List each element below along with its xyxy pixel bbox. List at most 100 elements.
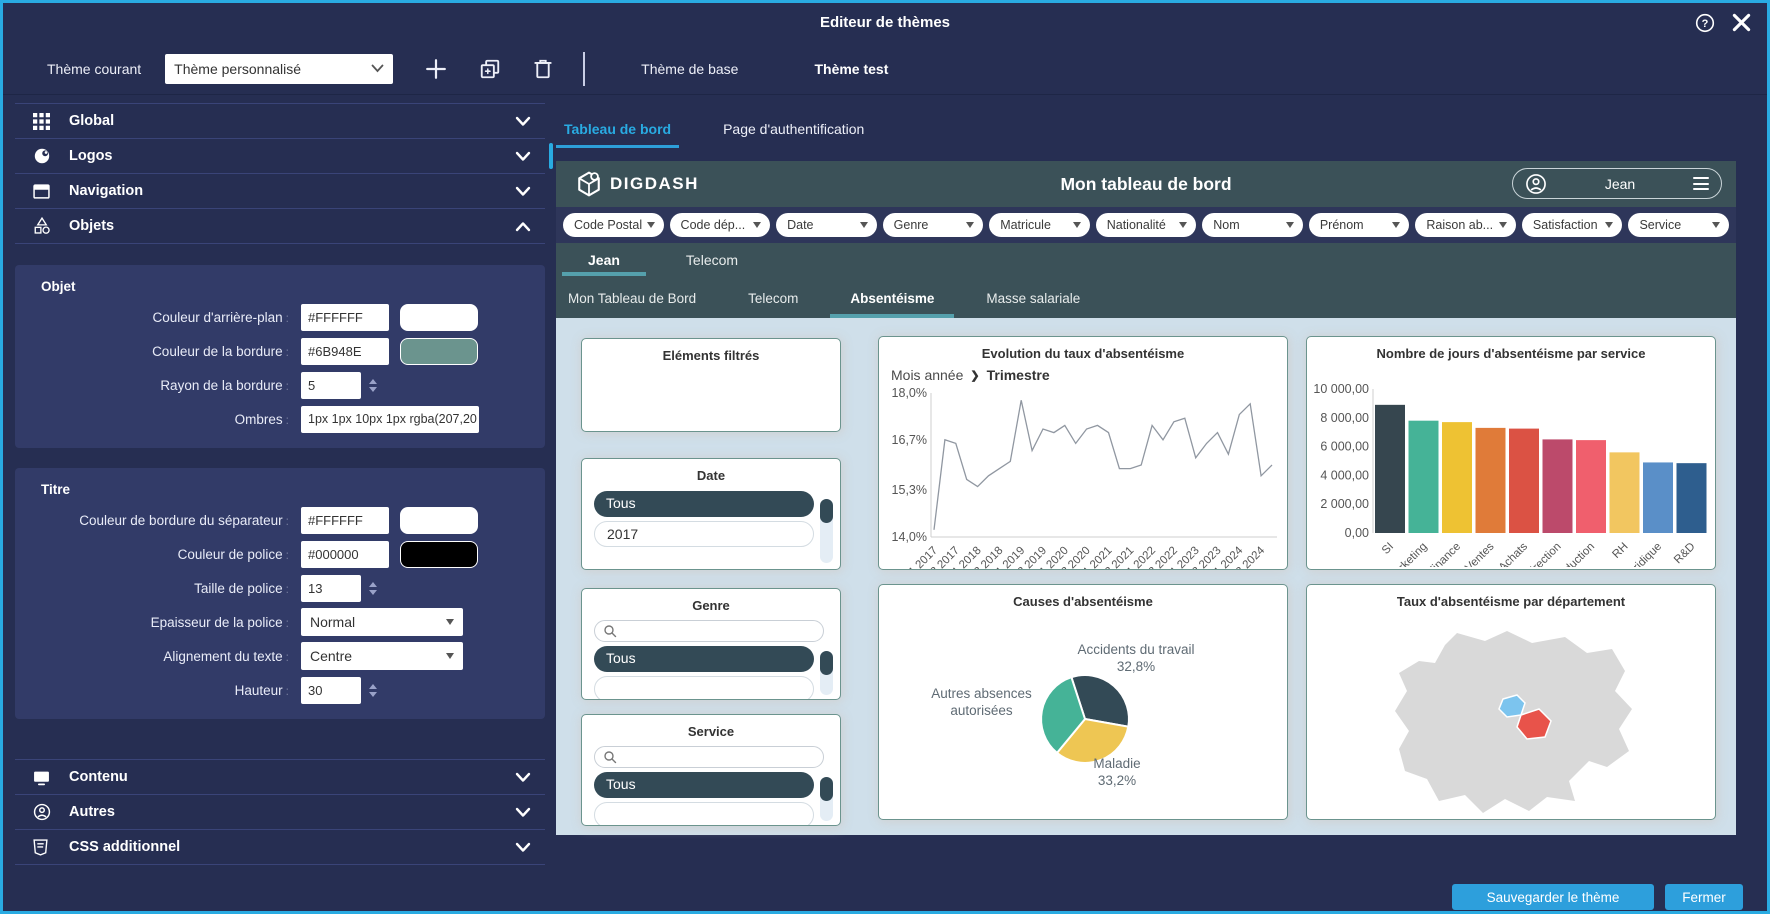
- close-button[interactable]: Fermer: [1665, 884, 1743, 910]
- pie-slice-percent: 32,8%: [1036, 658, 1236, 675]
- help-icon[interactable]: ?: [1695, 13, 1715, 38]
- scrollbar-track[interactable]: [820, 777, 833, 821]
- sidebar-section-contenu[interactable]: Contenu: [15, 760, 545, 795]
- filter-chip[interactable]: Service: [1628, 213, 1729, 237]
- close-icon[interactable]: [1732, 13, 1751, 37]
- setting-row: Alignement du texte: Centre: [29, 639, 531, 673]
- step-down-icon[interactable]: [369, 387, 377, 392]
- filter-chip[interactable]: Nom: [1202, 213, 1303, 237]
- breadcrumb-parent[interactable]: Mois année: [891, 367, 963, 383]
- tab-page-d-authentification[interactable]: Page d'authentification: [715, 115, 872, 148]
- search-input[interactable]: [594, 620, 824, 642]
- setting-label: Alignement du texte:: [29, 649, 293, 664]
- number-input[interactable]: 30: [301, 677, 361, 704]
- select-input[interactable]: Normal: [301, 608, 463, 636]
- scrollbar-track[interactable]: [820, 651, 833, 695]
- step-up-icon[interactable]: [369, 379, 377, 384]
- filter-chip[interactable]: Prénom: [1309, 213, 1410, 237]
- color-swatch[interactable]: [400, 338, 478, 365]
- color-value-input[interactable]: #6B948E: [301, 338, 389, 365]
- select-input[interactable]: Centre: [301, 642, 463, 670]
- scrollbar-thumb[interactable]: [820, 499, 833, 523]
- filter-value-item[interactable]: Tous: [594, 491, 814, 517]
- delete-theme-button[interactable]: [533, 58, 553, 80]
- step-down-icon[interactable]: [369, 590, 377, 595]
- breadcrumb-current[interactable]: Trimestre: [987, 367, 1050, 383]
- label-colon: :: [286, 650, 289, 664]
- filter-chip[interactable]: Date: [776, 213, 877, 237]
- map-region-shape[interactable]: [1395, 631, 1632, 813]
- add-theme-button[interactable]: [425, 58, 447, 80]
- sidebar-section-logos[interactable]: Logos: [15, 139, 545, 174]
- user-menu[interactable]: Jean: [1512, 168, 1722, 199]
- hamburger-menu-icon[interactable]: [1693, 177, 1709, 190]
- sidebar-section-global[interactable]: Global: [15, 104, 545, 139]
- label-colon: :: [286, 684, 289, 698]
- filter-value-item-partial[interactable]: [594, 676, 814, 700]
- pie-slice-label: Accidents du travail: [1036, 641, 1236, 658]
- filter-chip[interactable]: Code Postal: [563, 213, 664, 237]
- filter-chip[interactable]: Raison ab...: [1415, 213, 1516, 237]
- chevron-down-icon[interactable]: [515, 186, 531, 197]
- sub-tab[interactable]: Absentéisme: [850, 281, 934, 318]
- filter-chip[interactable]: Code dép...: [670, 213, 771, 237]
- chevron-down-icon[interactable]: [515, 807, 531, 818]
- object-panel-title: Objet: [41, 279, 531, 294]
- step-up-icon[interactable]: [369, 582, 377, 587]
- step-up-icon[interactable]: [369, 684, 377, 689]
- chevron-down-icon: [966, 222, 974, 228]
- sub-tab[interactable]: Masse salariale: [986, 281, 1080, 318]
- sidebar-section-css-additionnel[interactable]: CSS additionnel: [15, 830, 545, 865]
- number-input[interactable]: 5: [301, 372, 361, 399]
- filter-chip[interactable]: Matricule: [989, 213, 1090, 237]
- chevron-down-icon[interactable]: [515, 772, 531, 783]
- color-swatch[interactable]: [400, 541, 478, 568]
- tab-tableau-de-bord[interactable]: Tableau de bord: [556, 115, 679, 148]
- number-input[interactable]: 13: [301, 575, 361, 602]
- setting-row: Couleur de la bordure:#6B948E: [29, 334, 531, 368]
- sub-tab[interactable]: Mon Tableau de Bord: [568, 281, 696, 318]
- text-input[interactable]: 1px 1px 10px 1px rgba(207,20: [301, 406, 479, 433]
- save-theme-button[interactable]: Sauvegarder le thème: [1452, 884, 1654, 910]
- scrollbar-thumb[interactable]: [820, 777, 833, 801]
- filter-value-item[interactable]: Tous: [594, 646, 814, 672]
- color-value-input[interactable]: #FFFFFF: [301, 507, 389, 534]
- stepper-arrows-icon[interactable]: [369, 684, 377, 697]
- color-swatch[interactable]: [400, 304, 478, 331]
- stepper-arrows-icon[interactable]: [369, 379, 377, 392]
- map-department-blue[interactable]: [1499, 695, 1525, 717]
- filter-chip[interactable]: Genre: [883, 213, 984, 237]
- filter-chip[interactable]: Nationalité: [1096, 213, 1197, 237]
- current-theme-select[interactable]: Thème personnalisé: [165, 54, 393, 84]
- chevron-down-icon[interactable]: [515, 842, 531, 853]
- sidebar-section-objets[interactable]: Objets: [15, 209, 545, 244]
- scrollbar-thumb[interactable]: [820, 651, 833, 675]
- drill-breadcrumb[interactable]: Mois année ❯ Trimestre: [891, 367, 1050, 383]
- chart-title: Evolution du taux d'absentéisme: [879, 346, 1287, 361]
- filter-chip[interactable]: Satisfaction: [1522, 213, 1623, 237]
- chevron-down-icon[interactable]: [515, 151, 531, 162]
- sidebar-scrollbar-thumb[interactable]: [549, 143, 553, 169]
- svg-text:Direction: Direction: [1523, 541, 1564, 567]
- filter-value-item[interactable]: 2017: [594, 521, 814, 547]
- color-value-input[interactable]: #000000: [301, 541, 389, 568]
- filter-chip-label: Raison ab...: [1426, 218, 1493, 232]
- search-input[interactable]: [594, 746, 824, 768]
- page-tab[interactable]: Jean: [588, 243, 620, 281]
- duplicate-theme-button[interactable]: [479, 58, 501, 80]
- sub-tab[interactable]: Telecom: [748, 281, 798, 318]
- chevron-up-icon[interactable]: [515, 221, 531, 232]
- stepper-arrows-icon[interactable]: [369, 582, 377, 595]
- scrollbar-track[interactable]: [820, 499, 833, 563]
- color-swatch[interactable]: [400, 507, 478, 534]
- absenteeism-department-map: Taux d'absentéisme par département: [1306, 584, 1716, 820]
- sidebar-section-autres[interactable]: Autres: [15, 795, 545, 830]
- page-tab[interactable]: Telecom: [686, 243, 738, 281]
- color-value-input[interactable]: #FFFFFF: [301, 304, 389, 331]
- filter-value-item[interactable]: Tous: [594, 772, 814, 798]
- sidebar-section-navigation[interactable]: Navigation: [15, 174, 545, 209]
- step-down-icon[interactable]: [369, 692, 377, 697]
- chevron-down-icon[interactable]: [515, 116, 531, 127]
- filter-value-item-partial[interactable]: [594, 802, 814, 826]
- sidebar-top-sections: GlobalLogosNavigationObjets: [15, 103, 545, 244]
